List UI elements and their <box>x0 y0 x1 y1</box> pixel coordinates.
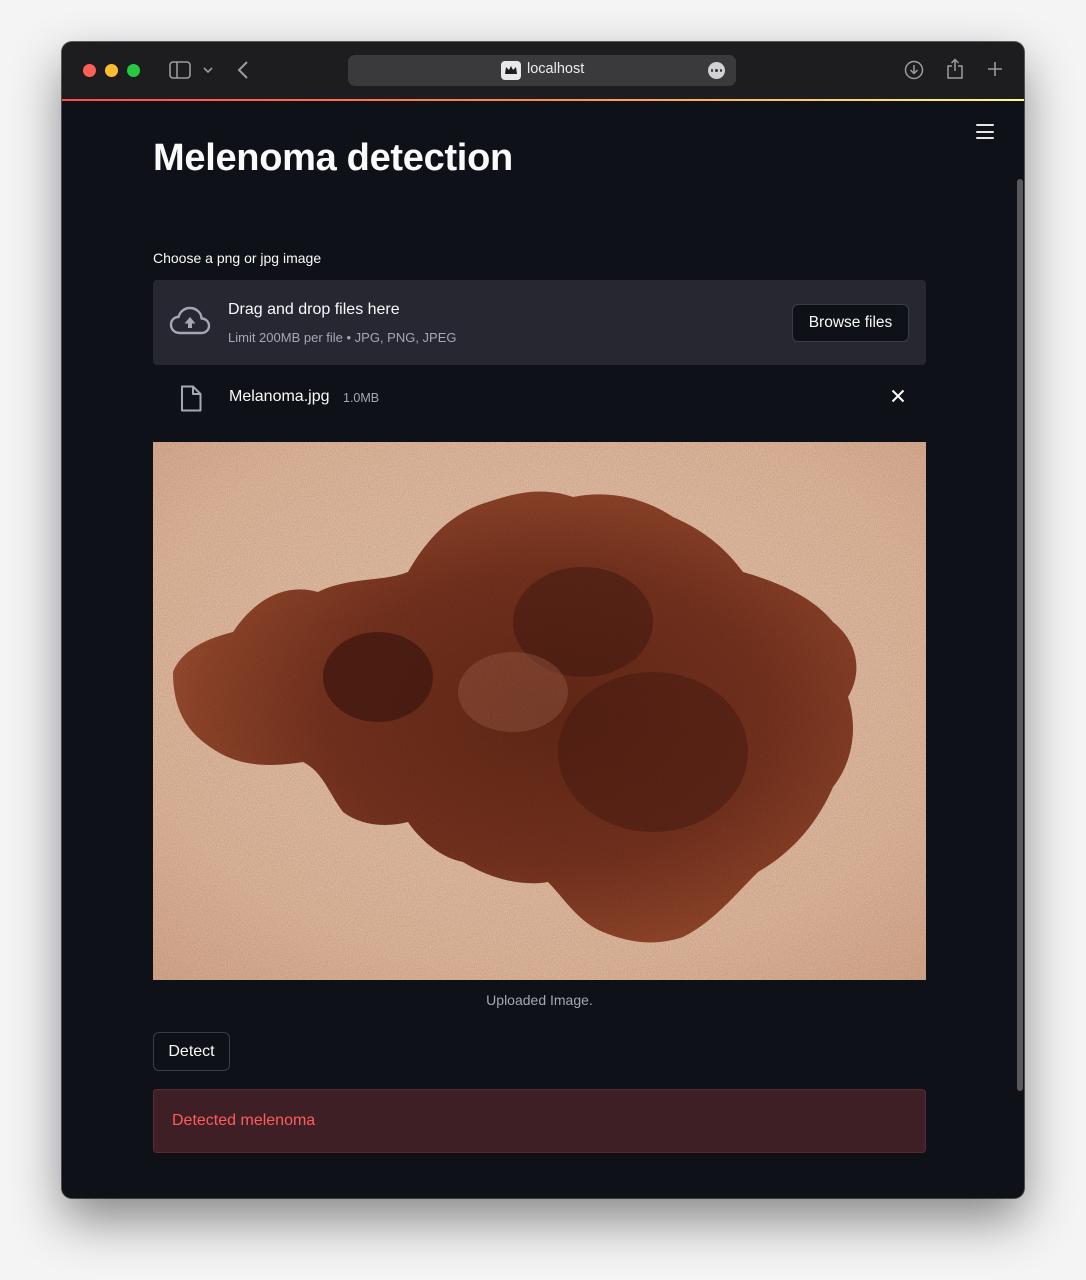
minimize-window-button[interactable] <box>105 64 118 77</box>
detection-result: Detected melenoma <box>172 1112 316 1129</box>
uploaded-image <box>153 442 926 980</box>
back-icon[interactable] <box>237 61 249 79</box>
cloud-upload-icon <box>169 306 211 335</box>
file-dropzone[interactable]: Drag and drop files here Limit 200MB per… <box>153 280 926 365</box>
error-alert: Detected melenoma <box>153 1089 926 1153</box>
new-tab-icon[interactable] <box>987 61 1003 77</box>
remove-file-icon[interactable] <box>891 389 905 403</box>
dropzone-limits: Limit 200MB per file • JPG, PNG, JPEG <box>228 330 457 345</box>
close-window-button[interactable] <box>83 64 96 77</box>
address-text: localhost <box>527 61 585 77</box>
share-icon[interactable] <box>946 58 964 80</box>
file-name: Melanoma.jpg <box>229 388 330 405</box>
sidebar-icon[interactable] <box>169 61 191 79</box>
address-bar[interactable]: localhost <box>348 55 736 86</box>
download-icon[interactable] <box>904 60 924 80</box>
app-main: Melenoma detection Choose a png or jpg i… <box>62 101 1024 1198</box>
zoom-window-button[interactable] <box>127 64 140 77</box>
uploaded-file: Melanoma.jpg 1.0MB <box>153 376 926 420</box>
main-menu-icon[interactable] <box>976 124 994 139</box>
file-size: 1.0MB <box>343 391 380 405</box>
image-caption: Uploaded Image. <box>486 992 593 1008</box>
uploader-label: Choose a png or jpg image <box>153 250 322 266</box>
scrollbar[interactable] <box>1017 179 1023 1091</box>
file-icon <box>181 385 202 412</box>
browse-files-button[interactable]: Browse files <box>792 304 909 342</box>
chevron-down-icon[interactable] <box>203 67 213 74</box>
more-icon[interactable] <box>708 62 725 79</box>
dropzone-instructions: Drag and drop files here <box>228 301 400 318</box>
page-title: Melenoma detection <box>153 137 513 179</box>
site-icon <box>501 61 521 80</box>
browser-toolbar: localhost <box>62 42 1024 99</box>
browser-window: localhost Melenoma detection Choose a pn… <box>62 42 1024 1198</box>
detect-button[interactable]: Detect <box>153 1032 230 1071</box>
